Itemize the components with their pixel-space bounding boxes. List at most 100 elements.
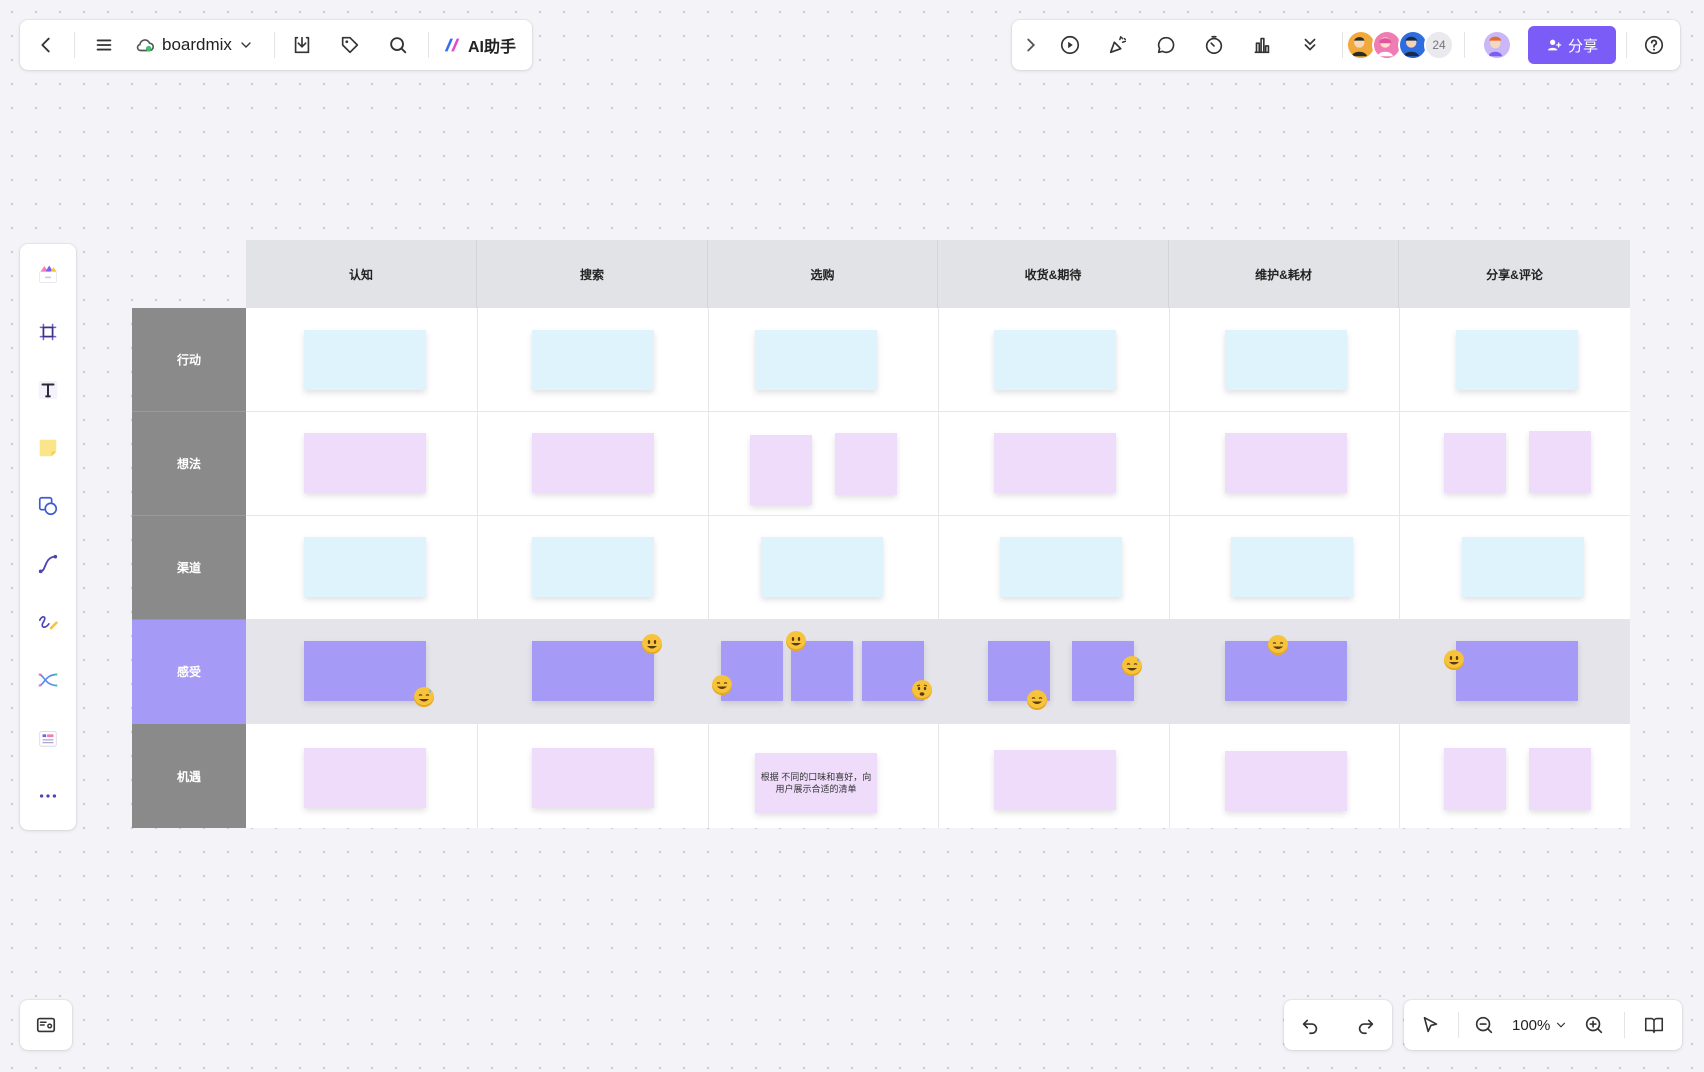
- vote-icon[interactable]: [1244, 27, 1280, 63]
- column-divider: [1169, 308, 1170, 828]
- sticky-note[interactable]: [1000, 537, 1122, 597]
- column-divider: [1399, 308, 1400, 828]
- download-icon[interactable]: [284, 27, 320, 63]
- table-icon[interactable]: [28, 718, 68, 758]
- top-right-toolbar: 24 分享: [1012, 20, 1680, 70]
- ai-assistant-button[interactable]: AI助手: [442, 32, 516, 58]
- play-icon[interactable]: [1052, 27, 1088, 63]
- sticky-note[interactable]: [304, 748, 426, 808]
- column-header[interactable]: 维护&耗材: [1169, 240, 1399, 309]
- column-header[interactable]: 分享&评论: [1399, 240, 1630, 309]
- help-icon[interactable]: [1636, 27, 1672, 63]
- sticky-note[interactable]: [1456, 641, 1578, 701]
- zoom-in-icon[interactable]: [1576, 1007, 1612, 1043]
- sticky-note[interactable]: [755, 330, 877, 390]
- comment-icon[interactable]: [1148, 27, 1184, 63]
- sticky-note[interactable]: [994, 433, 1116, 493]
- column-header[interactable]: 搜索: [477, 240, 708, 309]
- sticky-note[interactable]: [532, 641, 654, 701]
- pen-icon[interactable]: [28, 602, 68, 642]
- chevron-right-icon[interactable]: [1018, 27, 1044, 63]
- templates-icon[interactable]: [28, 254, 68, 294]
- top-left-toolbar: boardmix AI助手: [20, 20, 532, 70]
- collaborator-count[interactable]: 24: [1424, 30, 1454, 60]
- emoji-smile-icon[interactable]: [642, 634, 662, 654]
- row-label-text: 机遇: [176, 769, 201, 784]
- user-avatar[interactable]: [1482, 30, 1512, 60]
- frame-icon[interactable]: [28, 312, 68, 352]
- chevron-down-icon[interactable]: [238, 37, 254, 53]
- column-divider: [477, 308, 478, 828]
- emoji-sweat-icon[interactable]: [1122, 656, 1142, 676]
- sticky-note[interactable]: [1225, 433, 1347, 493]
- sticky-note[interactable]: [1456, 330, 1578, 390]
- emoji-smile-icon[interactable]: [786, 631, 806, 651]
- sticky-note[interactable]: [532, 330, 654, 390]
- sticky-note[interactable]: [532, 433, 654, 493]
- emoji-smile-icon[interactable]: [1444, 650, 1464, 670]
- sticky-note[interactable]: [994, 330, 1116, 390]
- mindmap-icon[interactable]: [28, 660, 68, 700]
- sticky-note[interactable]: [304, 537, 426, 597]
- more-icon[interactable]: [28, 776, 68, 816]
- shape-icon[interactable]: [28, 486, 68, 526]
- row-label[interactable]: 想法: [132, 412, 246, 516]
- sticky-note[interactable]: [1231, 537, 1353, 597]
- connector-icon[interactable]: [28, 544, 68, 584]
- zoom-out-icon[interactable]: [1466, 1007, 1502, 1043]
- column-divider: [708, 308, 709, 828]
- sticky-note[interactable]: [304, 641, 426, 701]
- sticky-note[interactable]: [1444, 748, 1506, 810]
- zoom-level-dropdown[interactable]: 100%: [1512, 1012, 1568, 1038]
- sticky-note[interactable]: [304, 330, 426, 390]
- share-button[interactable]: 分享: [1528, 26, 1616, 64]
- book-icon[interactable]: [1636, 1007, 1672, 1043]
- row-label[interactable]: 感受: [132, 620, 246, 724]
- column-header[interactable]: 收货&期待: [938, 240, 1169, 309]
- menu-icon[interactable]: [86, 27, 122, 63]
- collaborator-count-label: 24: [1432, 38, 1446, 52]
- sticky-note[interactable]: [750, 435, 812, 505]
- sticky-note[interactable]: [1529, 748, 1591, 810]
- sticky-note[interactable]: [994, 750, 1116, 810]
- timer-icon[interactable]: [1196, 27, 1232, 63]
- column-header[interactable]: 选购: [708, 240, 938, 309]
- select-icon[interactable]: [1412, 1007, 1448, 1043]
- sticky-note[interactable]: [532, 537, 654, 597]
- undo-icon[interactable]: [1292, 1007, 1328, 1043]
- sticky-note[interactable]: [304, 433, 426, 493]
- sticky-note[interactable]: [835, 433, 897, 495]
- text-icon[interactable]: [28, 370, 68, 410]
- board-name[interactable]: boardmix: [134, 32, 254, 58]
- sticky-note-icon[interactable]: [28, 428, 68, 468]
- column-header[interactable]: 认知: [246, 240, 477, 309]
- sticky-note[interactable]: [1225, 751, 1347, 811]
- sticky-note[interactable]: [1462, 537, 1584, 597]
- chevron-double-down-icon[interactable]: [1292, 27, 1328, 63]
- emoji-sweat-icon[interactable]: [414, 687, 434, 707]
- sticky-note[interactable]: [532, 748, 654, 808]
- column-header-label: 收货&期待: [1024, 268, 1082, 282]
- emoji-grin-icon[interactable]: [1268, 635, 1288, 655]
- row-label[interactable]: 渠道: [132, 516, 246, 620]
- redo-icon[interactable]: [1348, 1007, 1384, 1043]
- tag-icon[interactable]: [332, 27, 368, 63]
- row-label[interactable]: 机遇: [132, 724, 246, 828]
- back-icon[interactable]: [28, 27, 64, 63]
- minimap-toggle[interactable]: [20, 1000, 72, 1050]
- minimap-icon: [28, 1007, 64, 1043]
- history-controls: [1284, 1000, 1392, 1050]
- sticky-note[interactable]: [1529, 431, 1591, 493]
- emoji-grin-icon[interactable]: [1027, 690, 1047, 710]
- sticky-note[interactable]: [1444, 433, 1506, 493]
- search-icon[interactable]: [380, 27, 416, 63]
- celebrate-icon[interactable]: [1100, 27, 1136, 63]
- emoji-worried-icon[interactable]: [912, 680, 932, 700]
- journey-map-table[interactable]: 认知 搜索 选购 收货&期待 维护&耗材 分享&评论 行动 想法 渠道 感受 机…: [132, 240, 1630, 830]
- row-label[interactable]: 行动: [132, 308, 246, 412]
- sticky-note[interactable]: 根据 不同的口味和喜好，向用户展示合适的清单: [755, 753, 877, 813]
- divider: [428, 32, 429, 58]
- sticky-note[interactable]: [1225, 330, 1347, 390]
- emoji-grin-icon[interactable]: [712, 675, 732, 695]
- sticky-note[interactable]: [761, 537, 883, 597]
